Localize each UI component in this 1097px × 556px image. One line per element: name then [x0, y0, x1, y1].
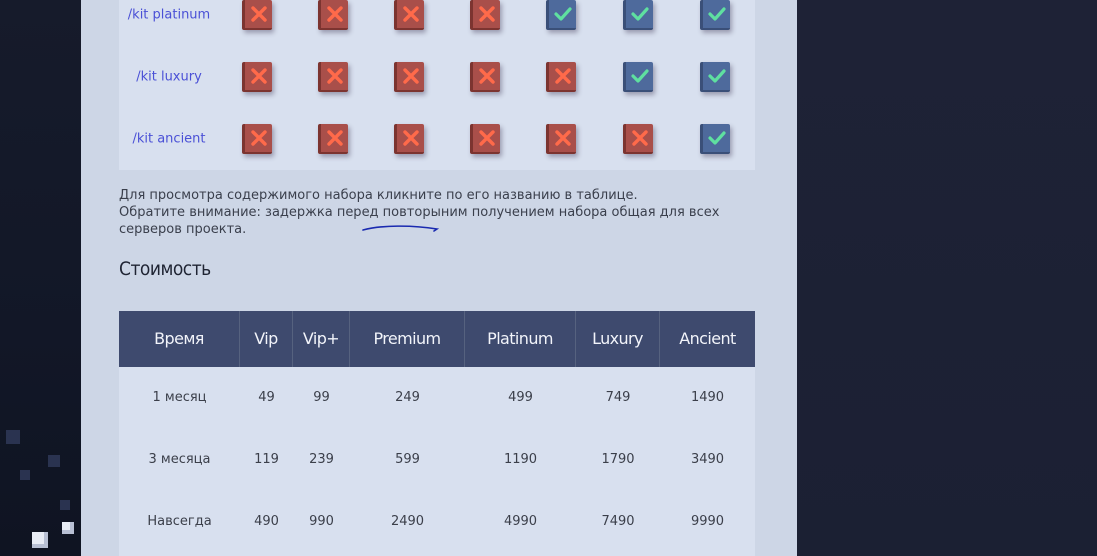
unavailable-mark: [623, 124, 653, 154]
cross-icon: [555, 68, 571, 84]
price-column-header: Luxury: [576, 311, 660, 367]
unavailable-mark: [470, 62, 500, 92]
price-cell: 2490: [390, 514, 425, 529]
decor-pixel: [48, 455, 60, 467]
background-right: [797, 0, 1097, 556]
note-line-1: Для просмотра содержимого набора кликнит…: [119, 188, 638, 203]
available-mark: [623, 62, 653, 92]
price-cell: 1190: [503, 452, 538, 467]
kit-row: /kit platinum: [119, 0, 755, 46]
cross-icon: [403, 130, 419, 146]
price-cell: 9990: [690, 514, 725, 529]
unavailable-mark: [470, 0, 500, 30]
available-mark: [623, 0, 653, 30]
unavailable-mark: [242, 0, 272, 30]
kit-row: /kit luxury: [119, 46, 755, 108]
check-icon: [554, 7, 572, 21]
cross-icon: [479, 6, 495, 22]
price-cell: 499: [508, 390, 533, 405]
price-table-header: Время Vip Vip+ Premium Platinum Luxury Ancient: [119, 311, 755, 367]
price-column-header: Premium: [350, 311, 465, 367]
check-icon: [708, 131, 726, 145]
cross-icon: [251, 6, 267, 22]
price-column-header: Время: [119, 311, 240, 367]
price-cell: 7490: [601, 514, 635, 529]
unavailable-mark: [394, 62, 424, 92]
cross-icon: [403, 6, 419, 22]
price-section-title: Стоимость: [119, 258, 211, 280]
unavailable-mark: [546, 124, 576, 154]
price-cell: 4990: [503, 514, 538, 529]
cross-icon: [479, 130, 495, 146]
cross-icon: [327, 68, 343, 84]
available-mark: [700, 62, 730, 92]
price-period-cell: 3 месяца: [148, 452, 211, 467]
price-cell: 99: [313, 390, 330, 405]
cross-icon: [403, 68, 419, 84]
unavailable-mark: [318, 124, 348, 154]
price-cell: 49: [258, 390, 275, 405]
cross-icon: [555, 130, 571, 146]
decor-cube: [32, 532, 48, 548]
unavailable-mark: [394, 0, 424, 30]
cross-icon: [327, 6, 343, 22]
unavailable-mark: [242, 62, 272, 92]
background-left: [0, 0, 81, 556]
unavailable-mark: [242, 124, 272, 154]
decor-pixel: [60, 500, 70, 510]
price-cell: 990: [309, 514, 334, 529]
decor-pixel: [20, 470, 30, 480]
price-column-header: Vip+: [293, 311, 350, 367]
price-cell: 1490: [690, 390, 725, 405]
price-cell: 249: [395, 390, 420, 405]
kit-link[interactable]: /kit platinum: [119, 8, 219, 23]
cross-icon: [251, 130, 267, 146]
unavailable-mark: [394, 124, 424, 154]
check-icon: [631, 69, 649, 83]
unavailable-mark: [318, 0, 348, 30]
price-cell: 749: [605, 390, 631, 405]
cross-icon: [327, 130, 343, 146]
check-icon: [708, 69, 726, 83]
decor-pixel: [6, 430, 20, 444]
cross-icon: [251, 68, 267, 84]
kit-row: /kit ancient: [119, 108, 755, 170]
price-cell: 3490: [690, 452, 725, 467]
price-column-header: Ancient: [679, 329, 736, 348]
kit-link[interactable]: /kit luxury: [119, 70, 219, 85]
check-icon: [708, 7, 726, 21]
price-period-cell: 1 месяц: [152, 390, 207, 405]
available-mark: [546, 0, 576, 30]
price-cell: 119: [254, 452, 279, 467]
available-mark: [700, 0, 730, 30]
price-table: Время Vip Vip+ Premium Platinum Luxury Ancient…: [119, 311, 755, 556]
cross-icon: [479, 68, 495, 84]
decor-cube: [62, 522, 74, 534]
cross-icon: [632, 130, 648, 146]
price-period-cell: Навсегда: [147, 514, 212, 529]
handwritten-underline: [362, 225, 440, 232]
kit-availability-table: /kit platinum /kit luxury /kit ancient: [119, 0, 755, 170]
price-column-header: Vip: [240, 311, 293, 367]
available-mark: [700, 124, 730, 154]
price-column-header: Platinum: [465, 311, 576, 367]
unavailable-mark: [318, 62, 348, 92]
price-cell: 490: [254, 514, 279, 529]
unavailable-mark: [546, 62, 576, 92]
price-cell: 599: [395, 452, 420, 467]
kit-link[interactable]: /kit ancient: [119, 132, 219, 147]
unavailable-mark: [470, 124, 500, 154]
price-cell: 239: [309, 452, 334, 467]
price-cell: 1790: [601, 452, 635, 467]
check-icon: [631, 7, 649, 21]
